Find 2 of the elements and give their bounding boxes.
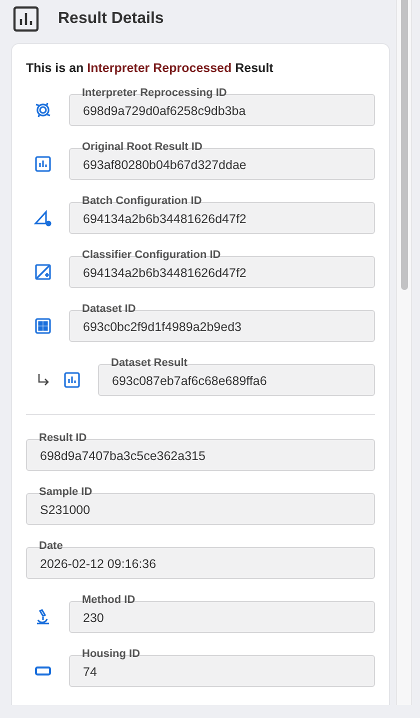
result-type-heading: This is an Interpreter Reprocessed Result: [26, 60, 274, 76]
page-title: Result Details: [58, 10, 164, 28]
